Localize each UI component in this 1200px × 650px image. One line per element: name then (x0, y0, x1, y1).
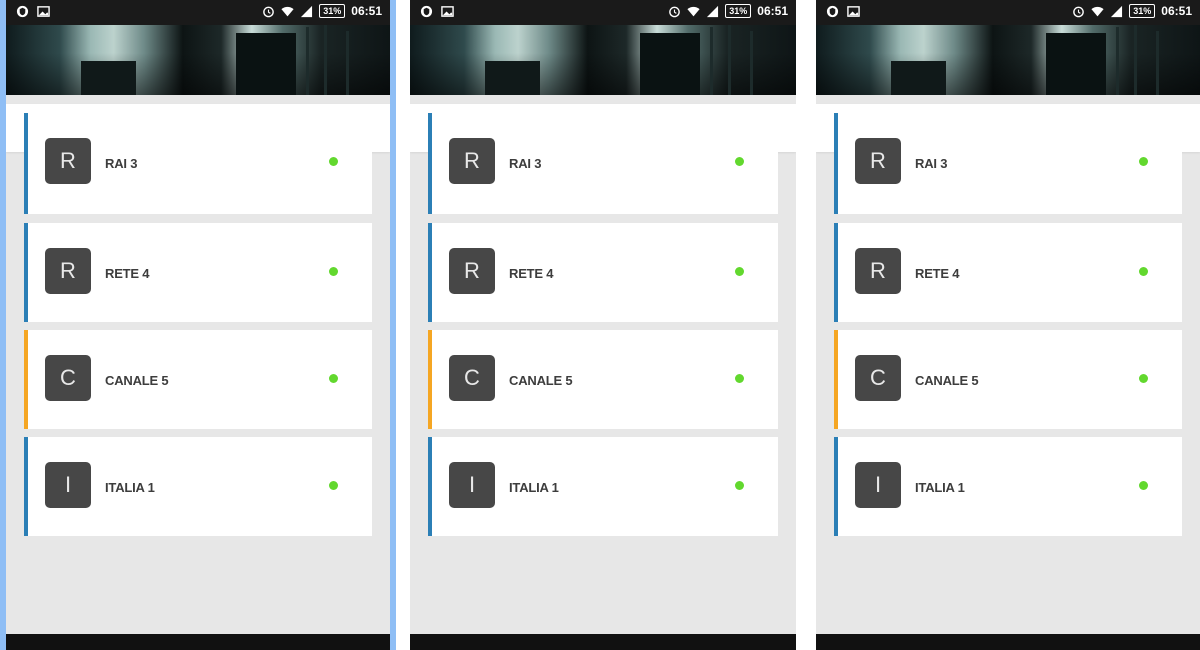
header-image (816, 25, 1200, 95)
channel-card-italia1[interactable]: I ITALIA 1 (24, 437, 372, 536)
channel-avatar: R (45, 248, 91, 294)
channel-card-canale5[interactable]: C CANALE 5 (834, 330, 1182, 429)
online-status-dot (329, 374, 338, 383)
phone-screen-2: 31% 06:51 R RAI 3 R RETE 4 C CANALE 5 I (410, 0, 796, 650)
channel-card-rai3[interactable]: R RAI 3 (834, 113, 1182, 214)
channel-name: ITALIA 1 (915, 480, 965, 495)
signal-icon (707, 5, 719, 17)
image-icon (37, 6, 50, 17)
battery-level: 31% (1129, 4, 1156, 18)
online-status-dot (735, 481, 744, 490)
channel-name: RAI 3 (105, 156, 138, 171)
alarm-icon (263, 6, 275, 17)
channel-avatar: I (855, 462, 901, 508)
channel-card-italia1[interactable]: I ITALIA 1 (834, 437, 1182, 536)
channel-name: CANALE 5 (915, 373, 979, 388)
image-icon (847, 6, 860, 17)
channel-name: ITALIA 1 (509, 480, 559, 495)
shield-icon (16, 5, 29, 18)
online-status-dot (329, 157, 338, 166)
wifi-icon (1091, 6, 1104, 16)
channel-avatar: I (45, 462, 91, 508)
status-time: 06:51 (1161, 4, 1192, 18)
phone-screen-3: 31% 06:51 R RAI 3 R RETE 4 C CANALE 5 I (816, 0, 1200, 650)
channel-card-rete4[interactable]: R RETE 4 (428, 223, 778, 322)
channel-name: RAI 3 (915, 156, 948, 171)
channel-avatar: R (45, 138, 91, 184)
navigation-bar (410, 634, 796, 650)
wifi-icon (281, 6, 294, 16)
image-icon (441, 6, 454, 17)
channel-card-rete4[interactable]: R RETE 4 (24, 223, 372, 322)
channel-card-rete4[interactable]: R RETE 4 (834, 223, 1182, 322)
phone-screen-1: 31% 06:51 R RAI 3 R RETE 4 C CANALE 5 I (6, 0, 390, 650)
alarm-icon (669, 6, 681, 17)
divider (796, 0, 816, 650)
wifi-icon (687, 6, 700, 16)
status-time: 06:51 (757, 4, 788, 18)
navigation-bar (816, 634, 1200, 650)
channel-card-italia1[interactable]: I ITALIA 1 (428, 437, 778, 536)
channel-avatar: R (449, 248, 495, 294)
channel-card-rai3[interactable]: R RAI 3 (24, 113, 372, 214)
online-status-dot (735, 374, 744, 383)
signal-icon (301, 5, 313, 17)
channel-avatar: C (449, 355, 495, 401)
channel-avatar: I (449, 462, 495, 508)
channel-name: RETE 4 (915, 266, 960, 281)
online-status-dot (1139, 374, 1148, 383)
channel-name: CANALE 5 (509, 373, 573, 388)
online-status-dot (329, 481, 338, 490)
channel-avatar: R (855, 248, 901, 294)
status-bar: 31% 06:51 (410, 0, 796, 25)
battery-level: 31% (725, 4, 752, 18)
online-status-dot (735, 157, 744, 166)
channel-avatar: C (45, 355, 91, 401)
online-status-dot (329, 267, 338, 276)
online-status-dot (1139, 157, 1148, 166)
status-bar: 31% 06:51 (816, 0, 1200, 25)
online-status-dot (1139, 267, 1148, 276)
navigation-bar (6, 634, 390, 650)
status-time: 06:51 (351, 4, 382, 18)
shield-icon (420, 5, 433, 18)
status-bar: 31% 06:51 (6, 0, 390, 25)
channel-name: RETE 4 (105, 266, 150, 281)
online-status-dot (735, 267, 744, 276)
channel-card-rai3[interactable]: R RAI 3 (428, 113, 778, 214)
battery-level: 31% (319, 4, 346, 18)
alarm-icon (1073, 6, 1085, 17)
divider (390, 0, 396, 650)
channel-name: RAI 3 (509, 156, 542, 171)
header-image (6, 25, 390, 95)
channel-card-canale5[interactable]: C CANALE 5 (428, 330, 778, 429)
header-image (410, 25, 796, 95)
shield-icon (826, 5, 839, 18)
channel-name: ITALIA 1 (105, 480, 155, 495)
channel-name: RETE 4 (509, 266, 554, 281)
channel-name: CANALE 5 (105, 373, 169, 388)
channel-avatar: R (855, 138, 901, 184)
channel-avatar: R (449, 138, 495, 184)
channel-card-canale5[interactable]: C CANALE 5 (24, 330, 372, 429)
online-status-dot (1139, 481, 1148, 490)
channel-avatar: C (855, 355, 901, 401)
signal-icon (1111, 5, 1123, 17)
